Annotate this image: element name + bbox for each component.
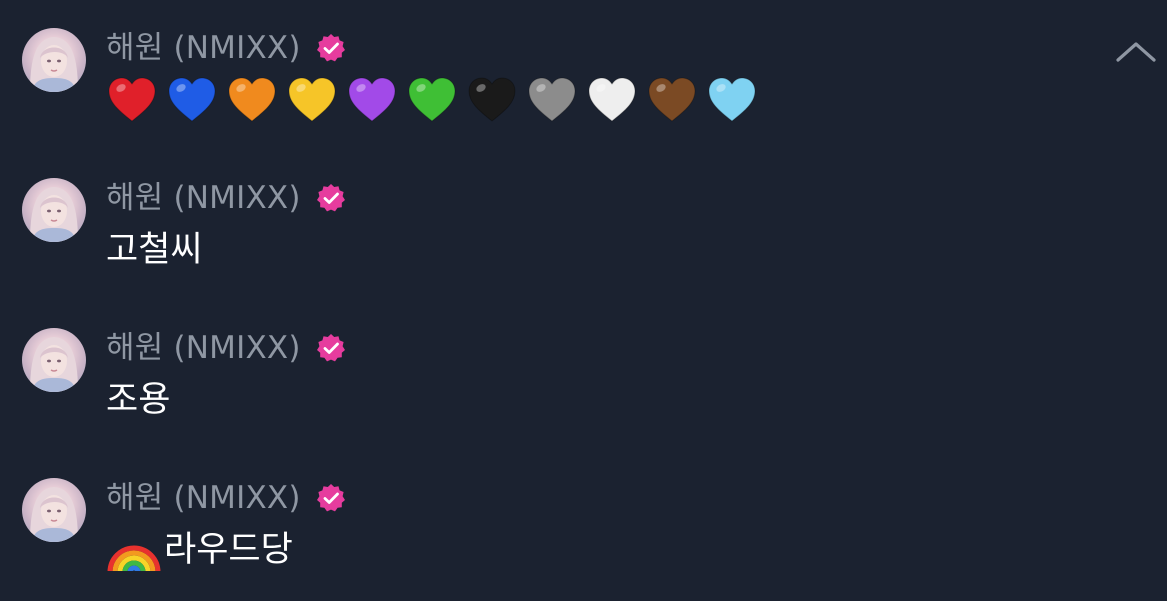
author-name[interactable]: 해원 (NMIXX) xyxy=(106,478,301,518)
heart-emoji-icon xyxy=(288,77,336,122)
author-name[interactable]: 해원 (NMIXX) xyxy=(106,178,301,218)
chevron-up-icon xyxy=(1116,42,1156,62)
message-header: 해원 (NMIXX) xyxy=(106,178,347,218)
message-text: 라우드당 xyxy=(164,530,293,570)
heart-emoji-icon xyxy=(348,77,396,122)
avatar[interactable] xyxy=(22,328,86,392)
message-body: 라우드당 xyxy=(106,522,293,578)
avatar[interactable] xyxy=(22,478,86,542)
comment-feed: 해원 (NMIXX) 해원 (NMIXX) 고철씨 해원 (NMIXX) 조용 … xyxy=(0,0,1167,601)
message-header: 해원 (NMIXX) xyxy=(106,328,347,368)
author-name[interactable]: 해원 (NMIXX) xyxy=(106,328,301,368)
heart-emoji-icon xyxy=(228,77,276,122)
heart-emoji-icon xyxy=(168,77,216,122)
verified-badge-icon xyxy=(315,332,347,364)
verified-badge-icon xyxy=(315,182,347,214)
message-header: 해원 (NMIXX) xyxy=(106,28,347,68)
verified-badge-icon xyxy=(315,482,347,514)
heart-emoji-icon xyxy=(408,77,456,122)
heart-emoji-icon xyxy=(648,77,696,122)
heart-emoji-row xyxy=(106,76,758,124)
message-text: 조용 xyxy=(106,380,171,420)
message-body: 조용 xyxy=(106,372,170,428)
message-body: 고철씨 xyxy=(106,222,203,278)
avatar-image xyxy=(30,337,78,392)
rainbow-emoji-icon xyxy=(106,524,164,576)
message-text: 고철씨 xyxy=(106,230,203,270)
heart-emoji-icon xyxy=(108,77,156,122)
author-name[interactable]: 해원 (NMIXX) xyxy=(106,28,301,68)
heart-emoji-icon xyxy=(708,77,756,122)
avatar-image xyxy=(30,487,78,542)
avatar[interactable] xyxy=(22,28,86,92)
verified-badge-icon xyxy=(315,32,347,64)
collapse-button[interactable] xyxy=(1114,34,1158,70)
avatar[interactable] xyxy=(22,178,86,242)
heart-emoji-icon xyxy=(528,77,576,122)
heart-emoji-icon xyxy=(468,77,516,122)
message-body xyxy=(106,72,758,128)
heart-emoji-icon xyxy=(588,77,636,122)
message-header: 해원 (NMIXX) xyxy=(106,478,347,518)
avatar-image xyxy=(30,37,78,92)
avatar-image xyxy=(30,187,78,242)
